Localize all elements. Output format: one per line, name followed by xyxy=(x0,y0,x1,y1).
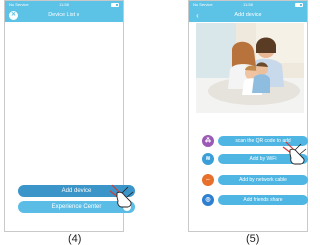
friends-share-option[interactable]: ◎ Add friends share xyxy=(202,194,308,206)
chevron-down-icon: ∨ xyxy=(76,12,80,18)
add-friends-share-button[interactable]: Add friends share xyxy=(218,195,308,205)
status-bar: No Service 11:58 xyxy=(5,1,123,9)
share-icon: ◎ xyxy=(202,194,214,206)
add-device-label: Add device xyxy=(61,188,92,194)
cable-icon: ⇔ xyxy=(202,174,214,186)
device-list-screen: No Service 11:58 ✕ Device List∨ xyxy=(4,0,124,232)
status-time: 11:58 xyxy=(243,2,253,7)
tap-hand-icon xyxy=(282,141,307,165)
experience-center-label: Experience Center xyxy=(51,204,102,210)
wifi-icon: ≋ xyxy=(202,153,214,165)
nav-bar: ✕ Device List∨ xyxy=(5,9,123,22)
figure-caption-5: (5) xyxy=(246,233,260,245)
network-cable-option[interactable]: ⇔ Add by network cable xyxy=(202,174,308,186)
qr-icon: ⁂ xyxy=(202,135,214,147)
family-illustration xyxy=(196,23,304,113)
family-photo xyxy=(196,23,304,113)
nav-title: Device List xyxy=(48,12,76,18)
nav-bar: ‹ Add device xyxy=(189,9,307,22)
battery-icon xyxy=(295,3,303,7)
add-by-cable-button[interactable]: Add by network cable xyxy=(218,175,308,185)
figure-caption-4: (4) xyxy=(68,233,82,245)
battery-icon xyxy=(111,3,119,7)
screenshot-stage: No Service 11:58 ✕ Device List∨ Add devi… xyxy=(0,0,310,245)
device-list-dropdown[interactable]: Device List∨ xyxy=(5,12,123,19)
status-time: 11:58 xyxy=(59,2,69,7)
tap-hand-icon xyxy=(109,184,134,208)
status-bar: No Service 11:58 xyxy=(189,1,307,9)
nav-title: Add device xyxy=(234,12,262,18)
